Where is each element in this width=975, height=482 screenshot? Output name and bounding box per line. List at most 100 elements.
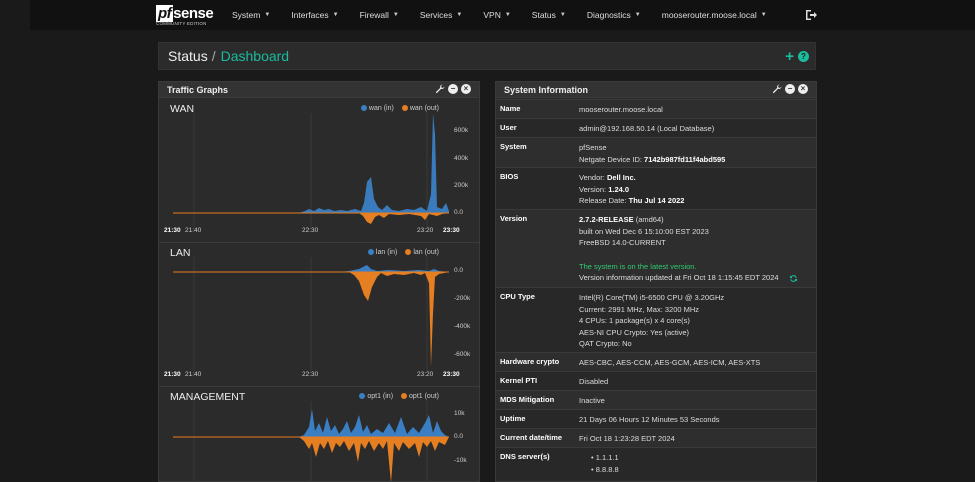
menu-firewall[interactable]: Firewall ▼: [360, 10, 399, 20]
cpu-model: Intel(R) Core(TM) i5-6500 CPU @ 3.20GHz: [579, 293, 725, 302]
version-release: 2.7.2-RELEASE: [579, 215, 634, 224]
x-tick-label: 23:20: [417, 371, 434, 378]
y-tick-label: 200k: [454, 182, 469, 189]
caret-down-icon: ▼: [559, 12, 566, 18]
dns-list: 1.1.1.1 8.8.8.8: [579, 452, 619, 475]
x-tick-label: 23:30: [443, 371, 460, 378]
list-item: 8.8.8.8: [579, 464, 619, 476]
version-built: built on Wed Dec 6 15:10:00 EST 2023: [579, 226, 709, 236]
bios-version-prefix: Version:: [579, 184, 609, 194]
refresh-icon[interactable]: [789, 274, 798, 283]
x-tick-label: 22:30: [302, 227, 319, 234]
y-tick-label: -200k: [454, 295, 471, 302]
x-tick-label: 21:40: [185, 227, 202, 234]
breadcrumb-status[interactable]: Status: [168, 48, 208, 64]
menu-hostname[interactable]: mooserouter.moose.local ▼: [662, 10, 767, 20]
row-value: AES-CBC, AES-CCM, AES-GCM, AES-ICM, AES-…: [579, 358, 761, 367]
sign-out-icon[interactable]: [805, 9, 817, 21]
row-label: BIOS: [500, 172, 519, 181]
row-label: Version: [500, 214, 528, 223]
version-status: The system is on the latest version.: [579, 261, 697, 271]
x-tick-label: 23:20: [417, 227, 434, 234]
row-label: Hardware crypto: [500, 357, 560, 366]
row-label: System: [500, 142, 527, 151]
row-value: admin@192.168.50.14 (Local Database): [579, 124, 715, 133]
help-icon[interactable]: ?: [798, 51, 809, 62]
row-label: Kernel PTI: [500, 376, 538, 385]
table-row: Current date/time Fri Oct 18 1:23:28 EDT…: [496, 428, 816, 447]
y-tick-label: 0.0: [454, 209, 464, 216]
panel-title: Traffic Graphs: [167, 84, 229, 95]
list-item: 1.1.1.1: [579, 452, 619, 464]
logo-sense: sense: [173, 5, 214, 22]
row-label: User: [500, 123, 517, 132]
y-tick-label: -10k: [454, 457, 467, 464]
row-label: Uptime: [500, 414, 526, 423]
menu-interfaces[interactable]: Interfaces ▼: [291, 10, 338, 20]
device-id-prefix: Netgate Device ID:: [579, 154, 645, 164]
row-value: mooserouter.moose.local: [579, 105, 663, 114]
caret-down-icon: ▼: [332, 12, 339, 18]
y-tick-label: 0.0: [454, 267, 464, 274]
logo-subtitle: COMMUNITY EDITION: [156, 21, 207, 26]
table-row: CPU Type Intel(R) Core(TM) i5-6500 CPU @…: [496, 287, 816, 352]
close-icon[interactable]: ×: [461, 84, 471, 94]
menu-status[interactable]: Status ▼: [532, 10, 566, 20]
cpu-aesni: AES-NI CPU Crypto: Yes (active): [579, 327, 690, 337]
minimize-icon[interactable]: −: [448, 84, 458, 94]
table-row: Kernel PTI Disabled: [496, 371, 816, 390]
wan-graph: WAN wan (in) wan (out) 600k 400k 200k 0.…: [159, 99, 479, 243]
y-tick-label: -400k: [454, 323, 471, 330]
table-row: BIOS Vendor: Dell Inc. Version: 1.24.0 R…: [496, 167, 816, 209]
menu-diagnostics[interactable]: Diagnostics ▼: [587, 10, 641, 20]
lan-graph: LAN lan (in) lan (out) 0.0 -200k -400k -…: [159, 243, 479, 387]
bios-version: 1.24.0: [608, 184, 630, 194]
minimize-icon[interactable]: −: [785, 84, 795, 94]
top-navbar: pf sense COMMUNITY EDITION System ▼ Interf…: [30, 0, 975, 30]
table-row: System pfSense Netgate Device ID: 7142b9…: [496, 137, 816, 167]
version-os: FreeBSD 14.0-CURRENT: [579, 238, 666, 247]
breadcrumb-dashboard[interactable]: Dashboard: [221, 48, 290, 64]
logo-pf: pf: [156, 5, 174, 22]
bios-vendor: Dell Inc.: [606, 173, 636, 182]
row-label: CPU Type: [500, 292, 535, 301]
bios-vendor-prefix: Vendor:: [579, 173, 607, 182]
table-row: MDS Mitigation Inactive: [496, 390, 816, 409]
row-value: Inactive: [579, 396, 605, 405]
menu-vpn[interactable]: VPN ▼: [483, 10, 510, 20]
wrench-icon[interactable]: [435, 84, 445, 94]
caret-down-icon: ▼: [760, 12, 767, 18]
y-tick-label: -600k: [454, 351, 471, 358]
menu-services[interactable]: Services ▼: [420, 10, 463, 20]
menu-system[interactable]: System ▼: [232, 10, 270, 20]
device-id: 7142b987fd11f4abd595: [644, 154, 726, 164]
table-row: Hardware crypto AES-CBC, AES-CCM, AES-GC…: [496, 352, 816, 371]
caret-down-icon: ▼: [392, 12, 399, 18]
management-graph: MANAGEMENT opt1 (in) opt1 (out) 10k 0.0 …: [159, 387, 479, 481]
x-tick-label: 21:30: [164, 371, 181, 378]
version-updated: Version information updated at Fri Oct 1…: [579, 273, 779, 282]
bios-date-prefix: Release Date:: [579, 196, 629, 205]
y-tick-label: 10k: [454, 410, 465, 417]
pfsense-logo[interactable]: pf sense COMMUNITY EDITION: [156, 2, 218, 28]
add-widget-icon[interactable]: +: [785, 48, 794, 65]
table-row: DNS server(s) 1.1.1.1 8.8.8.8: [496, 447, 816, 481]
y-tick-label: 600k: [454, 127, 469, 134]
y-tick-label: 400k: [454, 155, 469, 162]
table-row: Name mooserouter.moose.local: [496, 99, 816, 118]
version-arch: (amd64): [633, 215, 664, 224]
row-label: Current date/time: [500, 433, 563, 442]
cpu-freq: Current: 2991 MHz, Max: 3200 MHz: [579, 304, 700, 314]
system-name: pfSense: [579, 143, 607, 152]
lan-chart: [173, 257, 449, 371]
x-tick-label: 23:30: [443, 227, 460, 234]
table-row: User admin@192.168.50.14 (Local Database…: [496, 118, 816, 137]
wrench-icon[interactable]: [772, 84, 782, 94]
bios-date: Thu Jul 14 2022: [628, 196, 685, 205]
caret-down-icon: ▼: [634, 12, 641, 18]
table-row: Version 2.7.2-RELEASE (amd64) built on W…: [496, 209, 816, 287]
app-frame: pf sense COMMUNITY EDITION System ▼ Interf…: [0, 0, 975, 482]
caret-down-icon: ▼: [264, 12, 271, 18]
y-tick-label: 0.0: [454, 433, 464, 440]
close-icon[interactable]: ×: [798, 84, 808, 94]
